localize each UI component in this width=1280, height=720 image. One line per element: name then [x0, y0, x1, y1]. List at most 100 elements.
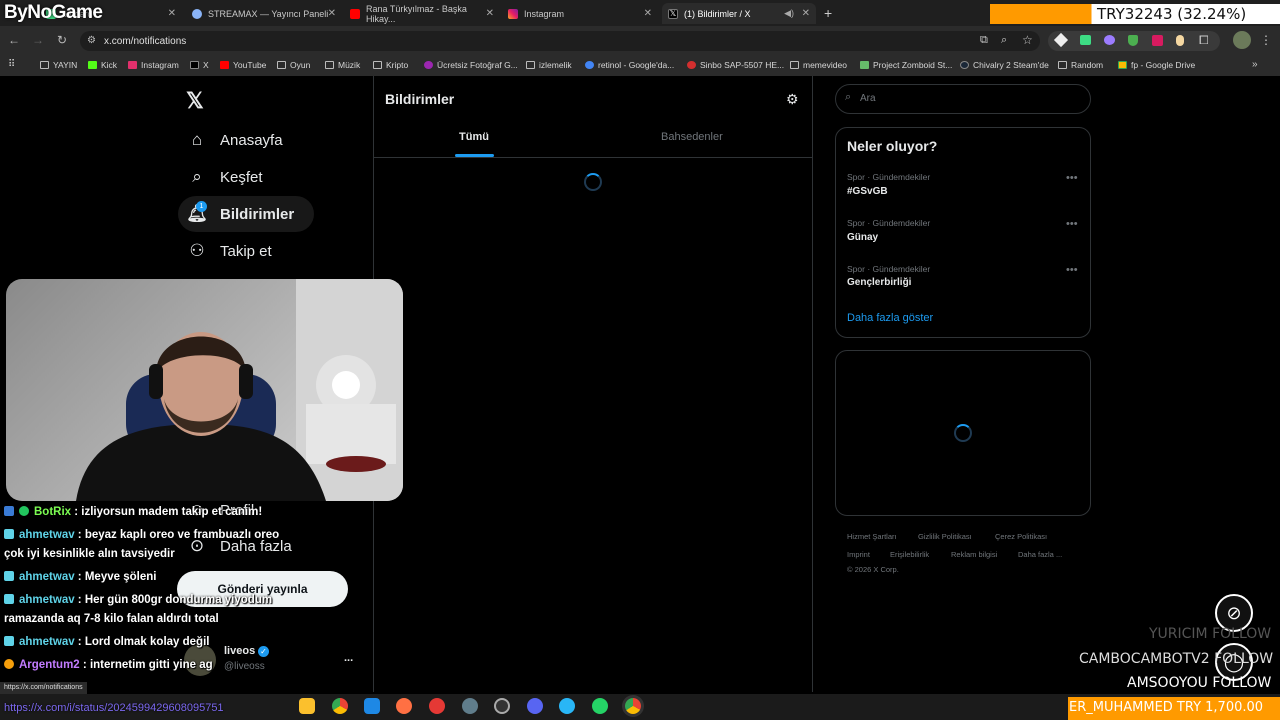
forward-icon[interactable]: →	[30, 33, 46, 47]
chat-username[interactable]: BotRix	[34, 506, 71, 518]
footer-link[interactable]: Imprint	[847, 550, 870, 559]
chat-text: internetim gitti yine ag	[89, 659, 213, 671]
chat-username[interactable]: ahmetwav	[19, 571, 75, 583]
bookmark-item[interactable]: Kick	[88, 60, 117, 70]
bookmark-item[interactable]: fp - Google Drive	[1118, 60, 1195, 70]
bookmark-item[interactable]: retinol - Google'da...	[585, 60, 674, 70]
bookmark-item[interactable]: X	[190, 60, 209, 70]
zoom-icon[interactable]: ⌕	[1001, 34, 1007, 47]
shield-icon[interactable]	[1128, 35, 1138, 46]
site-info-icon[interactable]: ⚙	[87, 35, 96, 46]
bookmark-item[interactable]: Kripto	[373, 60, 408, 70]
nav-explore[interactable]: ⌕ Keşfet	[186, 159, 262, 195]
more-options-icon[interactable]: •••	[1066, 172, 1078, 184]
chat-text: Her gün 800gr dondurma yiyodum	[84, 594, 273, 606]
more-options-icon[interactable]: •••	[1066, 264, 1078, 276]
back-icon[interactable]: ←	[6, 33, 22, 47]
account-menu-button[interactable]: ...	[344, 652, 353, 664]
nav-follow[interactable]: ⚇ Takip et	[186, 233, 271, 269]
apps-grid-icon[interactable]: ⠿	[8, 59, 15, 70]
bookmark-item[interactable]: Chivalry 2 Steam'de	[960, 60, 1049, 70]
close-icon[interactable]: ✕	[644, 8, 652, 19]
nav-home[interactable]: ⌂ Anasayfa	[186, 122, 283, 158]
extension-icon[interactable]	[1152, 35, 1163, 46]
bookmark-item[interactable]: Instagram	[128, 60, 179, 70]
footer-link[interactable]: Çerez Politikası	[995, 532, 1047, 541]
mail-icon[interactable]	[364, 698, 380, 714]
bookmark-item[interactable]: Müzik	[325, 60, 360, 70]
footer-link[interactable]: Reklam bilgisi	[951, 550, 997, 559]
extension-icon[interactable]	[1080, 35, 1091, 45]
chat-message: BotRix : izliyorsun madem takip et canım…	[4, 506, 262, 518]
close-icon[interactable]: ✕	[802, 8, 810, 19]
footer-link[interactable]: Erişilebilirlik	[890, 550, 929, 559]
bookmark-item[interactable]: Random	[1058, 60, 1103, 70]
address-bar[interactable]	[80, 31, 1040, 51]
folder-icon	[790, 61, 799, 69]
tab-x-notifications[interactable]: 𝕏 (1) Bildirimler / X ◀) ✕	[662, 3, 816, 24]
chat-username[interactable]: ahmetwav	[19, 636, 75, 648]
url-text[interactable]: x.com/notifications	[104, 36, 186, 47]
whatsapp-icon[interactable]	[592, 698, 608, 714]
bookmark-item[interactable]: Sinbo SAP-5507 HE...	[687, 60, 784, 70]
nav-label: Anasayfa	[220, 131, 283, 149]
footer-link[interactable]: Hizmet Şartları	[847, 532, 897, 541]
new-tab-button[interactable]: +	[824, 5, 832, 21]
avatar[interactable]	[1233, 31, 1251, 49]
footer-link[interactable]: Gizlilik Politikası	[918, 532, 972, 541]
reload-icon[interactable]: ↻	[54, 33, 70, 47]
close-icon[interactable]: ✕	[168, 8, 176, 19]
trend-name[interactable]: Günay	[847, 232, 878, 243]
extension-icon[interactable]	[1104, 35, 1115, 45]
tab-youtube[interactable]: Rana Türkyılmaz - Başka Hikay... ✕	[344, 3, 500, 24]
tab-instagram[interactable]: Instagram ✕	[502, 3, 658, 24]
bookmark-item[interactable]: Ücretsiz Fotoğraf G...	[424, 60, 518, 70]
file-explorer-icon[interactable]	[299, 698, 315, 714]
bookmark-item[interactable]: izlemelik	[526, 60, 572, 70]
x-logo-icon[interactable]: 𝕏	[186, 88, 204, 114]
bookmark-item[interactable]: Project Zomboid St...	[860, 60, 952, 70]
obs-icon[interactable]	[494, 698, 510, 714]
bookmark-item[interactable]: memevideo	[790, 60, 847, 70]
bookmark-star-icon[interactable]: ☆	[1022, 33, 1033, 47]
chat-username[interactable]: ahmetwav	[19, 529, 75, 541]
bookmark-item[interactable]: YouTube	[220, 60, 266, 70]
chat-text: beyaz kaplı oreo ve frambuazlı oreo	[84, 529, 280, 541]
chrome-icon[interactable]	[332, 698, 348, 714]
puzzle-icon[interactable]: ⧠	[1199, 33, 1209, 48]
trend-name[interactable]: Gençlerbirliği	[847, 277, 911, 288]
show-more-link[interactable]: Daha fazla göster	[847, 312, 933, 324]
chat-username[interactable]: ahmetwav	[19, 594, 75, 606]
follower-name: YURICIM	[1149, 626, 1208, 642]
app-icon[interactable]	[462, 698, 478, 714]
close-icon[interactable]: ✕	[328, 8, 336, 19]
menu-icon[interactable]: ⋮	[1260, 33, 1272, 47]
more-options-icon[interactable]: •••	[1066, 218, 1078, 230]
bookmark-label: Chivalry 2 Steam'de	[973, 60, 1049, 70]
close-icon[interactable]: ✕	[486, 8, 494, 19]
more-bookmarks-icon[interactable]: »	[1252, 59, 1258, 70]
youtube-icon	[220, 61, 229, 69]
telegram-icon[interactable]	[559, 698, 575, 714]
bookmark-item[interactable]: YAYIN	[40, 60, 77, 70]
tab-streamax[interactable]: STREAMAX — Yayıncı Paneli ✕	[186, 3, 342, 24]
trend-name[interactable]: #GSvGB	[847, 186, 888, 197]
settings-gear-icon[interactable]: ⚙	[786, 91, 799, 108]
chrome-icon[interactable]	[625, 698, 641, 714]
tab-all[interactable]: Tümü	[459, 131, 489, 143]
tab-mentions[interactable]: Bahsedenler	[661, 131, 723, 143]
footer-link[interactable]: Daha fazla ...	[1018, 550, 1062, 559]
instagram-icon	[508, 8, 518, 19]
x-logo-icon: 𝕏	[668, 8, 678, 19]
folder-icon	[325, 61, 334, 69]
bookmark-item[interactable]: Oyun	[277, 60, 310, 70]
extension-icon[interactable]	[1176, 35, 1184, 46]
chat-username[interactable]: Argentum2	[19, 659, 80, 671]
speaker-icon[interactable]: ◀)	[784, 8, 794, 19]
firefox-icon[interactable]	[396, 698, 412, 714]
discord-icon[interactable]	[527, 698, 543, 714]
search-placeholder[interactable]: Ara	[860, 93, 876, 104]
install-icon[interactable]: ⧉	[980, 34, 988, 47]
nav-label: Bildirimler	[220, 205, 295, 223]
opera-icon[interactable]	[429, 698, 445, 714]
